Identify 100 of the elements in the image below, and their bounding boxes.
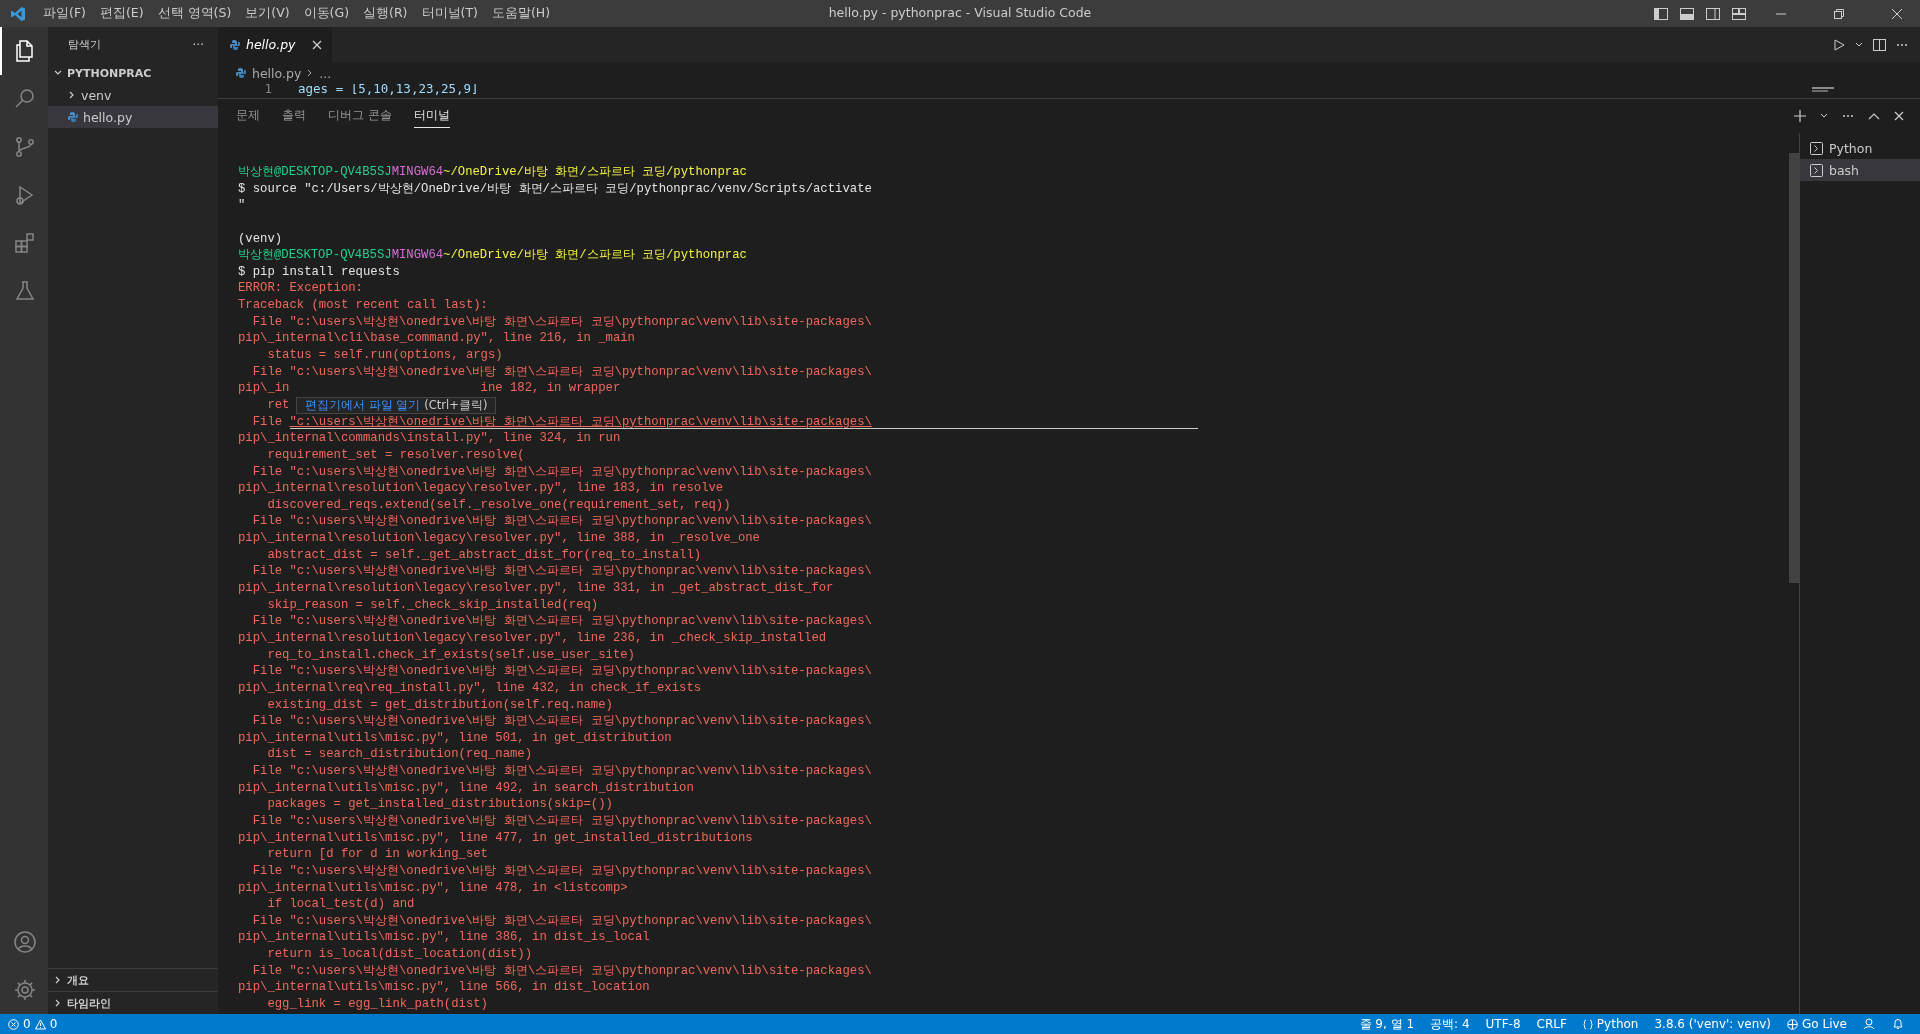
scrollbar-thumb[interactable]	[1789, 153, 1799, 583]
menu-item[interactable]: 터미널(T)	[414, 5, 485, 22]
prompt-path: ~/OneDrive/바탕 화면/스파르타 코딩/pythonprac	[443, 165, 747, 179]
window-title: hello.py - pythonprac - Visual Studio Code	[828, 5, 1092, 20]
terminal-line: pip\_internal\resolution\legacy\resolver.py", line 331, in _get_abstract_dist_for	[238, 581, 834, 595]
more-actions-button[interactable]: ···	[192, 37, 204, 52]
chevron-icon[interactable]	[54, 976, 62, 984]
close-icon[interactable]	[1894, 111, 1904, 121]
menu-item[interactable]: 실행(R)	[356, 5, 415, 22]
notifications-icon[interactable]	[1892, 1018, 1904, 1030]
menu-item[interactable]: 편집(E)	[92, 5, 151, 22]
menu-item[interactable]: 보기(V)	[238, 5, 297, 22]
terminal-line: File "c:\users\박상현\onedrive\바탕 화면\스파르타 코딩\pythonprac\venv\lib\site-packages\	[251, 614, 872, 629]
maximize-panel-icon[interactable]	[1868, 112, 1880, 120]
terminal-line: File "c:\users\박상현\onedrive\바탕 화면\스파르타 코딩\pythonprac\venv\lib\site-packages\	[251, 963, 872, 978]
toggle-sidebar-icon[interactable]	[1654, 7, 1668, 20]
language-mode[interactable]: Python	[1574, 1017, 1647, 1031]
code-line: ages = [5,10,13,23,25,9]	[298, 84, 479, 96]
new-terminal-icon[interactable]	[1794, 110, 1806, 122]
file-tree-item[interactable]: venv	[48, 84, 218, 106]
more-icon[interactable]	[1896, 42, 1908, 47]
prompt-shell: MINGW64	[391, 248, 444, 263]
terminal-line: File "c:\users\박상현\onedrive\바탕 화면\스파르타 코딩\pythonprac\venv\lib\site-packages\	[251, 764, 872, 779]
terminal-line: ERROR: Exception:	[238, 281, 363, 296]
terminal-line: ine 182, in wrapper	[480, 381, 621, 396]
menu-item[interactable]: 파일(F)	[36, 5, 93, 22]
terminal-line: return [d for d in working_set	[266, 847, 488, 862]
more-icon[interactable]	[1842, 114, 1854, 118]
breadcrumb-item[interactable]: ...	[319, 65, 332, 81]
open-file-link[interactable]: 편집기에서 파일 열기	[305, 397, 421, 413]
terminal-line: $ pip install requests	[238, 264, 400, 279]
folder-header[interactable]: PYTHONPRAC	[48, 62, 218, 84]
layout-icon[interactable]	[1732, 7, 1746, 20]
settings-icon[interactable]	[13, 978, 37, 1002]
terminal-list-item[interactable]: bash	[1800, 159, 1920, 181]
terminal-line: pip\_internal\utils\misc.py", line 477, in get_installed_distributions	[238, 830, 753, 845]
sidebar-title: 탐색기	[68, 37, 101, 52]
line-number: 1	[263, 84, 273, 96]
file-path-link[interactable]: "c:\users\박상현\onedrive\바탕 화면\스파르타 코딩\pythonprac\venv\lib\site-packages\	[289, 414, 872, 429]
panel-tab[interactable]: 문제	[236, 104, 260, 128]
python-file-icon	[236, 68, 246, 78]
globe-icon	[1787, 1018, 1799, 1030]
terminal-line: ret	[266, 397, 290, 412]
flask-icon[interactable]	[13, 279, 37, 303]
terminal-line: File "c:\users\박상현\onedrive\바탕 화면\스파르타 코딩\pythonprac\venv\lib\site-packages\	[251, 314, 872, 329]
terminal-line: File "c:\users\박상현\onedrive\바탕 화면\스파르타 코딩\pythonprac\venv\lib\site-packages\	[251, 514, 872, 529]
toggle-panel-icon[interactable]	[1680, 7, 1694, 20]
terminal-line: discovered_reqs.extend(self._resolve_one(requirement_set, req))	[266, 497, 731, 512]
app-logo-icon	[10, 5, 26, 22]
panel-tab[interactable]: 출력	[282, 104, 306, 128]
status-item[interactable]: CRLF	[1528, 1017, 1575, 1031]
restore-icon[interactable]	[1834, 8, 1844, 19]
chevron-icon[interactable]	[54, 69, 62, 77]
run-icon[interactable]	[1833, 38, 1845, 51]
split-editor-icon[interactable]	[1873, 38, 1886, 51]
braces-icon	[1582, 1018, 1593, 1030]
file-tree-item[interactable]: hello.py	[48, 106, 218, 128]
problems-indicator[interactable]: 0 0	[0, 1017, 66, 1031]
terminal-line: abstract_dist = self._get_abstract_dist_for(req_to_install)	[266, 547, 702, 562]
terminal-line: pip\_internal\utils\misc.py", line 566, in dist_location	[238, 980, 650, 995]
chevron-down-icon[interactable]	[1855, 40, 1863, 49]
breadcrumb-item[interactable]: hello.py	[252, 65, 302, 81]
status-item[interactable]: 줄 9, 열 1	[1351, 1015, 1423, 1033]
terminal-line: pip\_in	[238, 381, 290, 396]
shortcut-hint: (Ctrl+클릭)	[424, 397, 488, 413]
terminal-line: File "c:\users\박상현\onedrive\바탕 화면\스파르타 코딩\pythonprac\venv\lib\site-packages\	[251, 863, 872, 878]
terminal-line: "	[238, 198, 246, 213]
close-icon[interactable]	[312, 39, 322, 50]
terminal-line: existing_dist = get_distribution(self.req.name)	[266, 697, 613, 712]
prompt-shell: MINGW64	[391, 165, 444, 179]
terminal-line: pip\_internal\resolution\legacy\resolver.py", line 236, in _check_skip_installed	[238, 630, 827, 645]
status-item[interactable]: UTF-8	[1477, 1017, 1529, 1031]
terminal-line: (venv)	[238, 231, 283, 246]
chevron-icon[interactable]	[54, 999, 62, 1007]
source-control-icon[interactable]	[13, 135, 37, 159]
menu-item[interactable]: 도움말(H)	[484, 5, 558, 22]
chevron-icon	[307, 69, 314, 77]
toggle-secondary-sidebar-icon[interactable]	[1706, 7, 1720, 20]
panel-tab[interactable]: 터미널	[413, 104, 450, 128]
menu-item[interactable]: 선택 영역(S)	[150, 5, 239, 22]
chevron-down-icon[interactable]	[1820, 112, 1828, 120]
menu-item[interactable]: 이동(G)	[296, 5, 357, 22]
account-icon[interactable]	[13, 930, 37, 954]
panel-tab[interactable]: 디버그 콘솔	[328, 104, 392, 128]
terminal-line: pip\_internal\utils\misc.py", line 501, in get_distribution	[238, 730, 672, 745]
editor-tab[interactable]: hello.py	[218, 27, 332, 62]
terminal-list-item[interactable]: Python	[1800, 137, 1920, 159]
extensions-icon[interactable]	[13, 231, 37, 255]
terminal-line: $ source "c:/Users/박상현/OneDrive/바탕 화면/스파르타 코딩/pythonprac/venv/Scripts/activate	[238, 181, 872, 196]
chevron-icon[interactable]	[68, 91, 76, 99]
error-icon	[8, 1018, 19, 1030]
feedback-icon[interactable]	[1863, 1018, 1876, 1030]
status-item[interactable]: 공백: 4	[1422, 1015, 1478, 1033]
close-icon[interactable]	[1892, 8, 1902, 19]
prompt-user: 박상현@DESKTOP-QV4B5SJ	[238, 248, 392, 263]
status-item[interactable]: 3.8.6 ('venv': venv)	[1646, 1017, 1780, 1031]
terminal-icon	[1810, 141, 1823, 155]
go-live-button[interactable]: Go Live	[1779, 1017, 1855, 1031]
terminal-text: File	[251, 414, 284, 429]
terminal-line: File "c:\users\박상현\onedrive\바탕 화면\스파르타 코딩\pythonprac\venv\lib\site-packages\	[251, 664, 872, 679]
